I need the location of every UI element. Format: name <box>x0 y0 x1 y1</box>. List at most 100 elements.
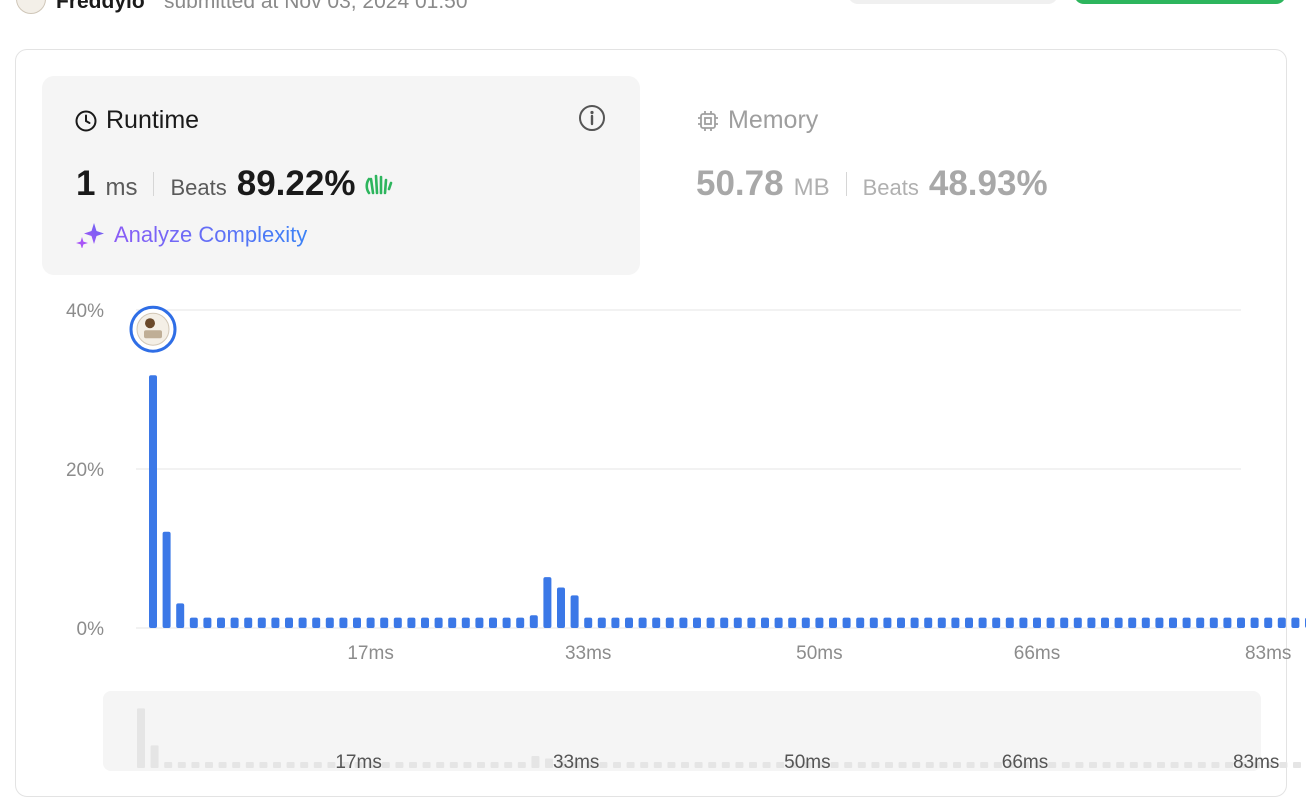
memory-panel[interactable]: Memory 50.78 MB Beats 48.93% <box>696 76 1256 275</box>
bar[interactable] <box>162 531 171 628</box>
bar[interactable] <box>353 617 361 628</box>
runtime-title-text: Runtime <box>106 106 200 134</box>
bar[interactable] <box>829 617 837 628</box>
bar[interactable] <box>393 617 402 628</box>
bar[interactable] <box>883 617 892 628</box>
bar[interactable] <box>298 617 307 628</box>
bar[interactable] <box>557 587 565 628</box>
bar[interactable] <box>747 617 756 628</box>
bar[interactable] <box>203 617 212 628</box>
bar[interactable] <box>230 617 239 628</box>
bar[interactable] <box>1196 617 1205 628</box>
bar[interactable] <box>257 617 266 628</box>
bar[interactable] <box>951 617 960 628</box>
bar[interactable] <box>380 617 389 628</box>
bar[interactable] <box>679 617 688 628</box>
bar[interactable] <box>611 617 620 628</box>
bar[interactable] <box>489 617 497 628</box>
bar[interactable] <box>924 617 933 628</box>
bar[interactable] <box>189 617 198 628</box>
bar[interactable] <box>529 615 538 628</box>
info-icon[interactable] <box>578 104 606 132</box>
bar[interactable] <box>1155 617 1164 628</box>
bar[interactable] <box>897 617 905 628</box>
bar[interactable] <box>1277 617 1286 628</box>
bar[interactable] <box>992 617 1001 628</box>
bar[interactable] <box>978 617 987 628</box>
bar[interactable] <box>1209 617 1218 628</box>
bar[interactable] <box>1250 617 1259 628</box>
bar[interactable] <box>312 617 321 628</box>
bar[interactable] <box>1291 617 1300 628</box>
bar[interactable] <box>421 617 429 628</box>
bar[interactable] <box>217 617 225 628</box>
memory-value: 50.78 <box>696 164 784 203</box>
bar[interactable] <box>1005 617 1014 628</box>
bar[interactable] <box>1237 617 1245 628</box>
bar[interactable] <box>1046 617 1055 628</box>
bar[interactable] <box>801 617 810 628</box>
bar[interactable] <box>448 617 457 628</box>
bar[interactable] <box>965 617 973 628</box>
memory-title: Memory <box>696 106 818 135</box>
bar[interactable] <box>1101 617 1109 628</box>
bar[interactable] <box>407 617 416 628</box>
bar[interactable] <box>788 617 797 628</box>
secondary-button[interactable] <box>848 0 1058 4</box>
bar[interactable] <box>1114 617 1123 628</box>
bar[interactable] <box>434 617 443 628</box>
bar[interactable] <box>1264 617 1273 628</box>
bar[interactable] <box>1087 617 1096 628</box>
bar[interactable] <box>733 617 742 628</box>
bar[interactable] <box>461 617 470 628</box>
bar[interactable] <box>502 617 511 628</box>
bar[interactable] <box>869 617 878 628</box>
bar[interactable] <box>774 617 783 628</box>
bar[interactable] <box>1128 617 1137 628</box>
bar[interactable] <box>543 577 552 628</box>
bar[interactable] <box>1223 617 1232 628</box>
author-name[interactable]: Freddylo <box>56 0 145 14</box>
bar[interactable] <box>665 617 674 628</box>
runtime-beats-value: 89.22% <box>236 164 356 203</box>
bar[interactable] <box>570 595 579 628</box>
bar[interactable] <box>1060 617 1069 628</box>
bar[interactable] <box>842 617 851 628</box>
primary-button[interactable] <box>1074 0 1286 4</box>
bar[interactable] <box>475 617 484 628</box>
bar[interactable] <box>597 617 606 628</box>
bar[interactable] <box>693 617 701 628</box>
bar[interactable] <box>339 617 348 628</box>
analyze-complexity-label: Analyze Complexity <box>114 222 308 247</box>
bar[interactable] <box>638 617 647 628</box>
bar[interactable] <box>149 375 157 628</box>
user-marker[interactable] <box>129 305 177 353</box>
author-avatar[interactable] <box>16 0 46 14</box>
bar[interactable] <box>1073 617 1082 628</box>
bar[interactable] <box>1141 617 1150 628</box>
runtime-panel[interactable]: Runtime 1 ms Beats 89.22% Analyze Comple… <box>42 76 640 275</box>
analyze-complexity-link[interactable]: Analyze Complexity <box>76 222 307 248</box>
bar[interactable] <box>761 617 769 628</box>
bar[interactable] <box>910 617 919 628</box>
bar[interactable] <box>271 617 280 628</box>
bar[interactable] <box>285 617 293 628</box>
bar[interactable] <box>1019 617 1028 628</box>
bar[interactable] <box>937 617 946 628</box>
bar[interactable] <box>176 603 185 628</box>
bar[interactable] <box>325 617 334 628</box>
bar[interactable] <box>366 617 375 628</box>
bar[interactable] <box>815 617 824 628</box>
bar[interactable] <box>244 617 253 628</box>
bar[interactable] <box>516 617 525 628</box>
bar[interactable] <box>652 617 661 628</box>
bar[interactable] <box>1182 617 1191 628</box>
bar[interactable] <box>584 617 593 628</box>
bar[interactable] <box>1169 617 1177 628</box>
bar[interactable] <box>625 617 633 628</box>
bar[interactable] <box>1033 617 1041 628</box>
bar[interactable] <box>720 617 729 628</box>
bar[interactable] <box>856 617 865 628</box>
bar[interactable] <box>706 617 715 628</box>
overview-navigator[interactable] <box>103 691 1261 771</box>
